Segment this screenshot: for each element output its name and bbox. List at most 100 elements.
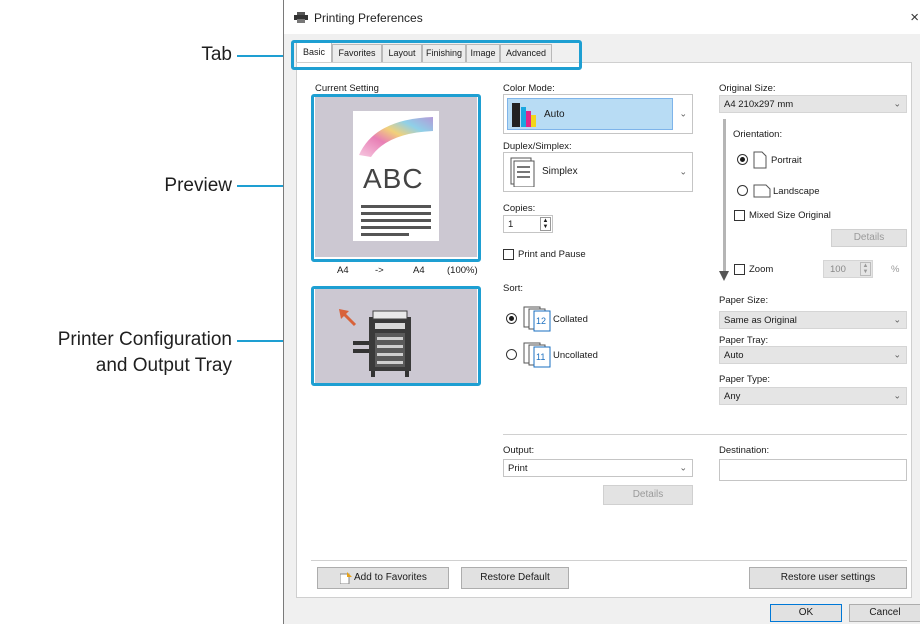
svg-text:12: 12 bbox=[536, 316, 546, 326]
copies-value: 1 bbox=[508, 219, 514, 230]
footer-divider bbox=[311, 560, 907, 561]
original-size-flow-arrow bbox=[723, 119, 726, 273]
paper-type-label: Paper Type: bbox=[719, 374, 771, 385]
landscape-icon bbox=[753, 184, 771, 198]
callout-tab-label: Tab bbox=[201, 44, 232, 65]
tab-advanced[interactable]: Advanced bbox=[500, 44, 552, 63]
orientation-label: Orientation: bbox=[733, 129, 783, 140]
chevron-down-icon: ⌄ bbox=[893, 314, 901, 325]
output-label: Output: bbox=[503, 445, 535, 456]
tab-image[interactable]: Image bbox=[466, 44, 500, 63]
restore-default-button[interactable]: Restore Default bbox=[461, 567, 569, 589]
portrait-radio[interactable] bbox=[737, 154, 748, 165]
add-to-favorites-button[interactable]: Add to Favorites bbox=[317, 567, 449, 589]
destination-field[interactable] bbox=[719, 459, 907, 481]
uncollated-radio[interactable] bbox=[506, 349, 517, 360]
size-scale: (100%) bbox=[447, 265, 478, 276]
chevron-down-icon: ⌄ bbox=[679, 166, 687, 177]
tab-favorites[interactable]: Favorites bbox=[332, 44, 382, 63]
chevron-down-icon: ⌄ bbox=[679, 108, 687, 119]
original-size-label: Original Size: bbox=[719, 83, 776, 94]
title-bar: Printing Preferences × bbox=[284, 0, 920, 34]
tab-basic[interactable]: Basic bbox=[296, 41, 332, 64]
color-mode-value: Auto bbox=[544, 109, 565, 120]
paper-size-label: Paper Size: bbox=[719, 295, 769, 306]
paper-tray-select[interactable]: Auto ⌄ bbox=[719, 346, 907, 364]
landscape-radio[interactable] bbox=[737, 185, 748, 196]
print-preview: ABC bbox=[315, 97, 477, 257]
copies-stepper[interactable]: 1 ▲ ▼ bbox=[503, 215, 553, 233]
add-to-favorites-label: Add to Favorites bbox=[354, 572, 427, 583]
sort-label: Sort: bbox=[503, 283, 524, 294]
ok-button[interactable]: OK bbox=[770, 604, 842, 622]
print-and-pause-checkbox[interactable] bbox=[503, 249, 514, 260]
paper-tray-value: Auto bbox=[724, 350, 744, 361]
restore-user-settings-button[interactable]: Restore user settings bbox=[749, 567, 907, 589]
window-title: Printing Preferences bbox=[314, 11, 423, 25]
printer-machine-icon bbox=[339, 309, 411, 377]
color-mode-select[interactable]: Auto ⌄ bbox=[503, 94, 693, 134]
basic-tab-panel: Current Setting ABC A4 -> A4 (100%) Colo… bbox=[296, 62, 912, 598]
duplex-select[interactable]: Simplex ⌄ bbox=[503, 152, 693, 192]
output-select[interactable]: Print ⌄ bbox=[503, 459, 693, 477]
size-to: A4 bbox=[413, 265, 425, 276]
duplex-label: Duplex/Simplex: bbox=[503, 141, 572, 152]
size-arrow: -> bbox=[375, 265, 384, 276]
stepper-arrows-icon[interactable]: ▲ ▼ bbox=[860, 262, 871, 276]
down-arrow-icon bbox=[719, 271, 729, 281]
paper-size-value: Same as Original bbox=[724, 315, 797, 326]
color-mode-icon bbox=[512, 103, 536, 127]
mixed-size-label: Mixed Size Original bbox=[749, 210, 831, 221]
zoom-stepper[interactable]: 100 ▲ ▼ bbox=[823, 260, 873, 278]
mixed-size-details-button[interactable]: Details bbox=[831, 229, 907, 247]
tab-finishing[interactable]: Finishing bbox=[422, 44, 466, 63]
color-mode-selected-item: Auto bbox=[507, 98, 673, 130]
copies-label: Copies: bbox=[503, 203, 536, 214]
printer-configuration-preview bbox=[315, 289, 477, 383]
paper-type-select[interactable]: Any ⌄ bbox=[719, 387, 907, 405]
zoom-unit: % bbox=[891, 264, 900, 275]
zoom-label: Zoom bbox=[749, 264, 774, 275]
collated-icon: 12 bbox=[523, 306, 551, 332]
portrait-label: Portrait bbox=[771, 155, 802, 166]
size-from: A4 bbox=[337, 265, 349, 276]
print-and-pause-label: Print and Pause bbox=[518, 249, 586, 260]
output-details-button[interactable]: Details bbox=[603, 485, 693, 505]
color-mode-label: Color Mode: bbox=[503, 83, 555, 94]
cancel-button[interactable]: Cancel bbox=[849, 604, 920, 622]
original-size-value: A4 210x297 mm bbox=[724, 99, 794, 110]
output-value: Print bbox=[508, 463, 528, 474]
simplex-page-icon bbox=[510, 157, 535, 187]
stepper-arrows-icon[interactable]: ▲ ▼ bbox=[540, 217, 551, 231]
close-icon[interactable]: × bbox=[910, 9, 919, 26]
uncollated-icon: 11 bbox=[523, 342, 551, 368]
original-size-select[interactable]: A4 210x297 mm ⌄ bbox=[719, 95, 907, 113]
printing-preferences-dialog: Printing Preferences × Basic Favorites L… bbox=[283, 0, 920, 624]
add-favorite-icon bbox=[340, 572, 352, 584]
svg-text:11: 11 bbox=[536, 352, 545, 362]
tab-layout[interactable]: Layout bbox=[382, 44, 422, 63]
paper-tray-label: Paper Tray: bbox=[719, 335, 769, 346]
preview-sample-text: ABC bbox=[363, 163, 424, 194]
printer-app-icon bbox=[294, 12, 308, 23]
mixed-size-checkbox[interactable] bbox=[734, 210, 745, 221]
paper-size-select[interactable]: Same as Original ⌄ bbox=[719, 311, 907, 329]
portrait-icon bbox=[753, 151, 767, 169]
collated-radio[interactable] bbox=[506, 313, 517, 324]
paper-type-value: Any bbox=[724, 391, 741, 402]
callout-printer-config-label-1: Printer Configuration bbox=[57, 329, 232, 350]
callout-preview-label: Preview bbox=[164, 175, 232, 196]
zoom-value: 100 bbox=[830, 264, 846, 275]
chevron-down-icon: ⌄ bbox=[679, 462, 687, 473]
collated-label: Collated bbox=[553, 314, 588, 325]
chevron-down-icon: ⌄ bbox=[893, 390, 901, 401]
landscape-label: Landscape bbox=[773, 186, 820, 197]
callout-printer-config-label-2: and Output Tray bbox=[95, 355, 232, 376]
current-setting-label: Current Setting bbox=[315, 83, 379, 94]
chevron-down-icon: ⌄ bbox=[893, 349, 901, 360]
duplex-value: Simplex bbox=[542, 166, 578, 177]
section-divider bbox=[503, 434, 907, 435]
uncollated-label: Uncollated bbox=[553, 350, 598, 361]
destination-label: Destination: bbox=[719, 445, 770, 456]
zoom-checkbox[interactable] bbox=[734, 264, 745, 275]
